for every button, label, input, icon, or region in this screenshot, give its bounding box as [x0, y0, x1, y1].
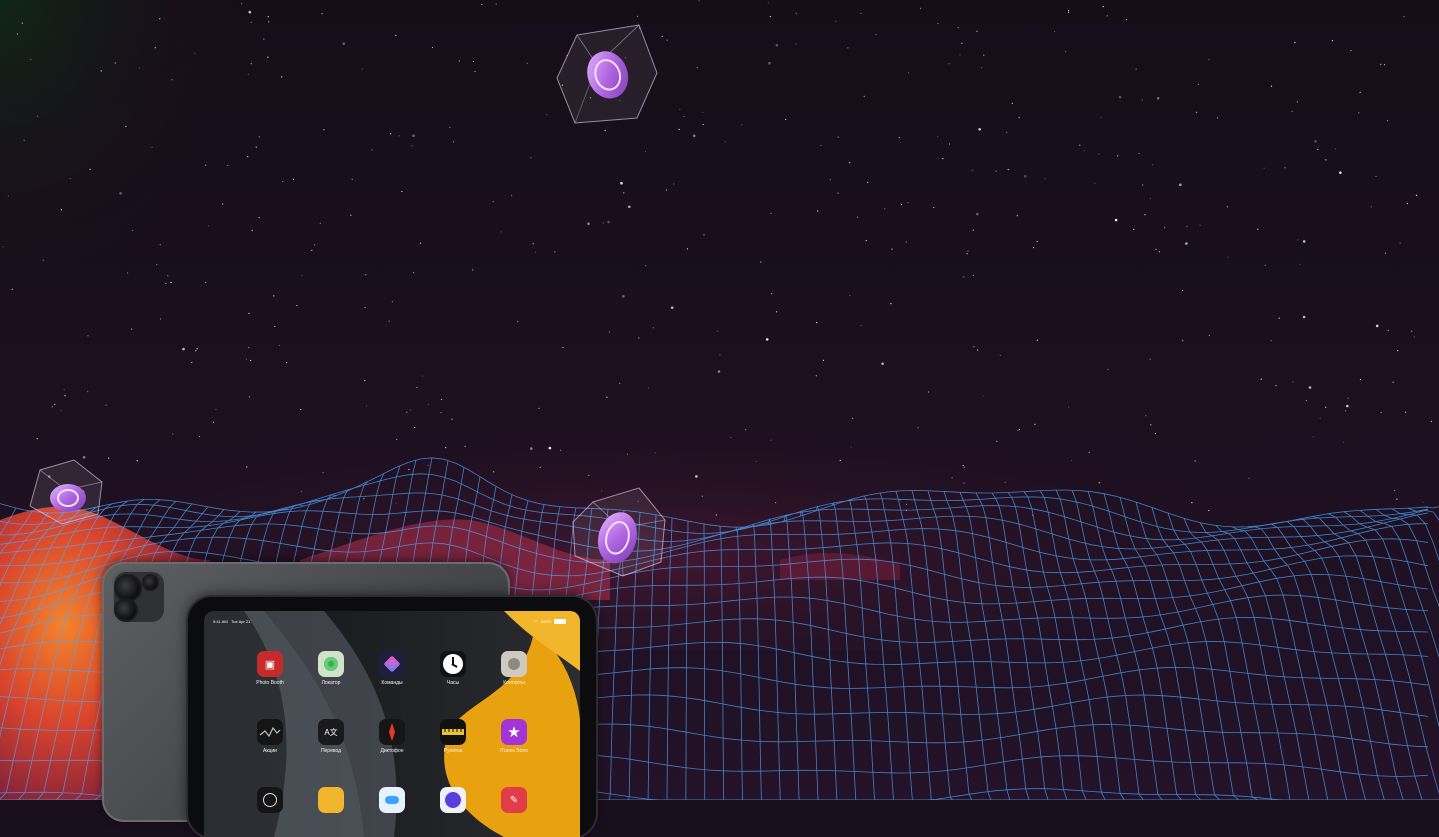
translate-icon: A文 [318, 719, 344, 745]
app-label: Акции [263, 748, 277, 754]
camera-lens [116, 576, 140, 600]
status-time: 9:41 AM [213, 619, 228, 624]
app-store-red-icon: ✎ [501, 787, 527, 813]
camera-bump [112, 570, 166, 624]
app-row3-5[interactable]: ✎ [494, 787, 534, 813]
weather-icon [379, 787, 405, 813]
coin-cube-middle [572, 487, 666, 577]
app-label: Перевод [320, 748, 342, 754]
clock-partial-icon [257, 787, 283, 813]
app-photo-booth[interactable]: ▣ Photo Booth [250, 651, 290, 686]
itunes-store-icon: ★ [501, 719, 527, 745]
tablet-screen: 9:41 AM Tue Apr 21 ◠ 100% ▣ Photo Booth … [204, 611, 580, 837]
coin-cube-left [29, 459, 103, 525]
voice-memos-icon [379, 719, 405, 745]
lidar-sensor [144, 576, 157, 589]
app-row3-4[interactable] [433, 787, 473, 813]
camera-lens [116, 600, 136, 620]
app-shortcuts[interactable]: Команды [372, 651, 412, 686]
app-label: Часы [446, 680, 460, 686]
app-itunes-store[interactable]: ★ iTunes Store [494, 719, 534, 754]
battery-percent: 100% [540, 619, 551, 624]
app-label: iTunes Store [499, 748, 529, 754]
app-row3-1[interactable] [250, 787, 290, 813]
app-label: Команды [381, 680, 403, 686]
contacts-icon [501, 651, 527, 677]
app-stocks[interactable]: Акции [250, 719, 290, 754]
status-bar: 9:41 AM Tue Apr 21 ◠ 100% [204, 617, 580, 629]
tips-icon [318, 787, 344, 813]
measure-icon [440, 719, 466, 745]
app-translate[interactable]: A文 Перевод [311, 719, 351, 754]
app-contacts[interactable]: Контакты [494, 651, 534, 686]
photo-booth-icon: ▣ [257, 651, 283, 677]
app-row3-3[interactable] [372, 787, 412, 813]
app-measure[interactable]: Рулетка [433, 719, 473, 754]
app-label: Диктофон [380, 748, 404, 754]
locator-icon [318, 651, 344, 677]
wifi-icon: ◠ [534, 619, 538, 624]
podcast-icon [440, 787, 466, 813]
app-label: Рулетка [443, 748, 463, 754]
battery-icon [554, 619, 566, 624]
app-label: Локатор [321, 680, 341, 686]
app-clock[interactable]: Часы [433, 651, 473, 686]
shortcuts-icon [379, 651, 405, 677]
coin-cube-top [556, 24, 658, 124]
app-voice-memos[interactable]: Диктофон [372, 719, 412, 754]
app-locator[interactable]: Локатор [311, 651, 351, 686]
coin-icon [50, 484, 86, 512]
app-label: Photo Booth [256, 680, 284, 686]
app-row3-2[interactable] [311, 787, 351, 813]
status-date: Tue Apr 21 [230, 619, 251, 624]
tablet-front: 9:41 AM Tue Apr 21 ◠ 100% ▣ Photo Booth … [188, 597, 596, 837]
clock-icon [440, 651, 466, 677]
stocks-icon [257, 719, 283, 745]
app-label: Контакты [503, 680, 525, 686]
